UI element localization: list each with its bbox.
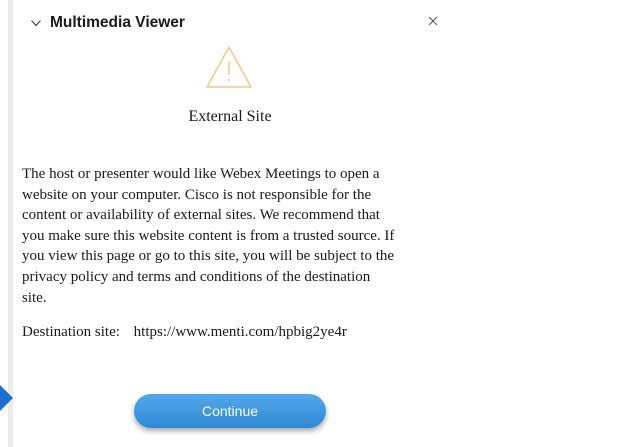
body-line: you view this page or go to this site, y… bbox=[22, 248, 395, 265]
continue-button[interactable]: Continue bbox=[134, 394, 326, 428]
destination-site: Destination site: https://www.menti.com/… bbox=[22, 324, 347, 341]
body-line: website on your computer. Cisco is not r… bbox=[22, 186, 372, 203]
body-line: content or availability of external site… bbox=[22, 207, 380, 224]
warning-triangle-icon bbox=[205, 44, 253, 90]
chevron-down-icon[interactable] bbox=[30, 17, 42, 29]
panel-title: Multimedia Viewer bbox=[50, 14, 185, 31]
dialog-body: The host or presenter would like Webex M… bbox=[22, 164, 442, 308]
body-line: site. bbox=[22, 289, 47, 306]
body-line: The host or presenter would like Webex M… bbox=[22, 166, 380, 182]
destination-url: https://www.menti.com/hpbig2ye4r bbox=[133, 324, 347, 340]
destination-label: Destination site: bbox=[22, 324, 120, 340]
close-icon[interactable] bbox=[426, 14, 440, 28]
body-line: privacy policy and terms and conditions … bbox=[22, 268, 371, 285]
panel-header: Multimedia Viewer bbox=[30, 14, 185, 32]
dialog-heading: External Site bbox=[188, 108, 272, 125]
multimedia-viewer-panel: Multimedia Viewer External Site The host… bbox=[0, 0, 642, 447]
body-line: you make sure this website content is fr… bbox=[22, 227, 395, 244]
